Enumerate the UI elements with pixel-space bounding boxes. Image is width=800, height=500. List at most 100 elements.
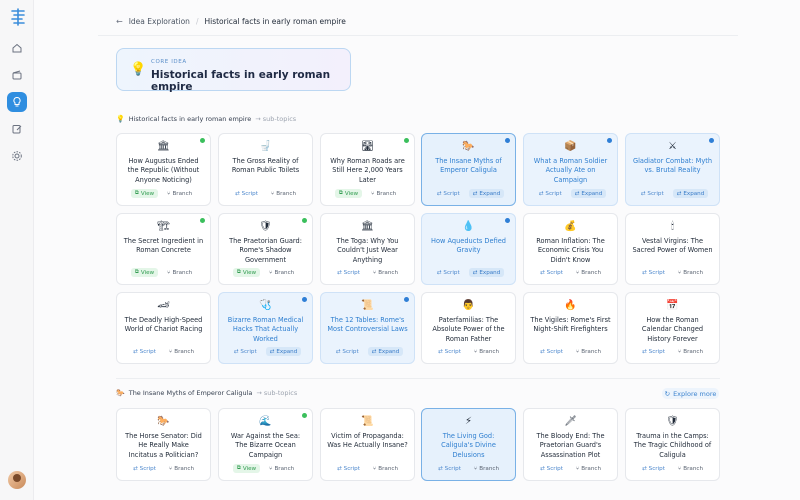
nav-ideas[interactable] [7,92,27,112]
topic-card[interactable]: 🐎 The Insane Myths of Emperor Caligula ⇄ Sc… [421,133,516,206]
branch-button[interactable]: ⑂ Branch [572,347,605,356]
topic-card[interactable]: 📜 Victim of Propaganda: Was He Actually I… [320,408,415,481]
branch-button[interactable]: ⑂ Branch [165,464,198,473]
topic-icon: 💧 [462,221,475,232]
back-arrow-icon[interactable]: ← [116,17,123,26]
topic-card[interactable]: 📅 How the Roman Calendar Changed History … [625,292,720,364]
script-button[interactable]: ⇄ Script [433,268,464,277]
script-button[interactable]: ⇄ Script [536,268,567,277]
view-button[interactable]: ⧉ View [232,268,261,277]
branch-button[interactable]: ⑂ Branch [367,189,400,198]
topic-card[interactable]: 🛡 Trauma in the Camps: The Tragic Childho… [625,408,720,481]
script-label: Script [546,465,563,472]
topic-card[interactable]: 💰 Roman Inflation: The Economic Crisis Yo… [523,213,618,285]
view-button[interactable]: ⧉ View [232,464,261,473]
topic-card[interactable]: 💧 How Aqueducts Defied Gravity ⇄ Script ⇄ Exp… [421,213,516,285]
topic-card[interactable]: 🛣 Why Roman Roads are Still Here 2,000 Ye… [320,133,415,206]
view-button[interactable]: ⧉ View [130,268,159,277]
topic-card[interactable]: 🏗 The Secret Ingredient in Roman Concrete… [116,213,211,285]
script-button[interactable]: ⇄ Script [333,464,364,473]
topic-card[interactable]: 🗡 The Bloody End: The Praetorian Guard's … [523,408,618,481]
view-button[interactable]: ⧉ View [334,189,363,198]
topic-title: The Bloody End: The Praetorian Guard's A… [536,432,605,459]
branch-button[interactable]: ⑂ Branch [674,464,707,473]
topic-card[interactable]: 👨 Paterfamilias: The Absolute Power of th… [421,292,516,364]
expand-icon: ⇄ [574,190,580,197]
script-button[interactable]: ⇄ Script [434,464,465,473]
branch-button[interactable]: ⑂ Branch [163,189,196,198]
gear-icon [12,151,22,161]
script-button[interactable]: ⇄ Script [638,268,669,277]
branch-button[interactable]: ⑂ Branch [572,464,605,473]
topic-card[interactable]: 🔥 The Vigiles: Rome's First Night-Shift F… [523,292,618,364]
script-button[interactable]: ⇄ Script [434,347,465,356]
topic-card[interactable]: 🕯 Vestal Virgins: The Sacred Power of Wom… [625,213,720,285]
topic-icon: 🗡 [564,416,577,427]
section-suffix: → sub-topics [255,115,297,123]
topic-icon: 🐎 [462,141,475,152]
script-icon: ⇄ [233,348,239,355]
script-button[interactable]: ⇄ Script [333,268,364,277]
script-button[interactable]: ⇄ Script [332,347,363,356]
nav-settings[interactable] [7,146,27,166]
nav-edit[interactable] [7,119,27,139]
topic-card[interactable]: 🐎 The Horse Senator: Did He Really Make I… [116,408,211,481]
expand-button[interactable]: ⇄ Expand [265,347,302,356]
branch-button[interactable]: ⑂ Branch [369,464,402,473]
expand-button[interactable]: ⇄ Expand [570,189,607,198]
view-label: View [344,190,359,197]
branch-button[interactable]: ⑂ Branch [674,347,707,356]
script-button[interactable]: ⇄ Script [638,464,669,473]
expand-button[interactable]: ⇄ Expand [672,189,709,198]
view-button[interactable]: ⧉ View [130,189,159,198]
user-avatar[interactable] [8,471,26,489]
topic-card[interactable]: 🚽 The Gross Reality of Roman Public Toile… [218,133,313,206]
topic-card[interactable]: 🏛 How Augustus Ended the Republic (Withou… [116,133,211,206]
branch-button[interactable]: ⑂ Branch [470,464,503,473]
script-button[interactable]: ⇄ Script [637,189,668,198]
branch-button[interactable]: ⑂ Branch [674,268,707,277]
script-button[interactable]: ⇄ Script [638,347,669,356]
expand-button[interactable]: ⇄ Expand [367,347,404,356]
view-label: View [140,190,155,197]
topic-card[interactable]: 🏎 The Deadly High-Speed World of Chariot … [116,292,211,364]
topic-card[interactable]: 🩺 Bizarre Roman Medical Hacks That Actual… [218,292,313,364]
branch-button[interactable]: ⑂ Branch [265,268,298,277]
card-actions: ⇄ Script ⇄ Expand [219,347,312,356]
script-button[interactable]: ⇄ Script [231,189,262,198]
branch-button[interactable]: ⑂ Branch [267,189,300,198]
horse-icon: 🐎 [116,389,125,397]
topic-card[interactable]: 📜 The 12 Tables: Rome's Most Controversia… [320,292,415,364]
nav-home[interactable] [7,38,27,58]
branch-button[interactable]: ⑂ Branch [470,347,503,356]
topic-card[interactable]: 🌊 War Against the Sea: The Bizarre Ocean … [218,408,313,481]
branch-button[interactable]: ⑂ Branch [572,268,605,277]
script-button[interactable]: ⇄ Script [129,464,160,473]
script-button[interactable]: ⇄ Script [433,189,464,198]
topic-card[interactable]: ⚡ The Living God: Caligula's Divine Delus… [421,408,516,481]
script-button[interactable]: ⇄ Script [535,189,566,198]
card-actions: ⇄ Script ⑂ Branch [524,464,617,473]
core-idea-card[interactable]: 💡 CORE IDEA Historical facts in early ro… [116,48,351,93]
script-icon: ⇄ [132,348,138,355]
expand-button[interactable]: ⇄ Expand [468,189,505,198]
branch-button[interactable]: ⑂ Branch [369,268,402,277]
script-button[interactable]: ⇄ Script [129,347,160,356]
topic-card[interactable]: 📦 What a Roman Soldier Actually Ate on Ca… [523,133,618,206]
script-button[interactable]: ⇄ Script [536,464,567,473]
expand-label: Expand [378,348,400,355]
card-actions: ⇄ Script ⑂ Branch [321,464,414,473]
topic-card[interactable]: 🏛 The Toga: Why You Couldn't Just Wear An… [320,213,415,285]
explore-more-button[interactable]: ↻ Explore more [662,388,719,399]
nav-media[interactable] [7,65,27,85]
topic-card[interactable]: 🛡 The Praetorian Guard: Rome's Shadow Gov… [218,213,313,285]
expand-button[interactable]: ⇄ Expand [468,268,505,277]
breadcrumb-parent[interactable]: Idea Exploration [129,17,190,26]
branch-button[interactable]: ⑂ Branch [165,347,198,356]
topic-card[interactable]: ⚔ Gladiator Combat: Myth vs. Brutal Reali… [625,133,720,206]
script-button[interactable]: ⇄ Script [230,347,261,356]
branch-button[interactable]: ⑂ Branch [265,464,298,473]
branch-button[interactable]: ⑂ Branch [163,268,196,277]
script-button[interactable]: ⇄ Script [536,347,567,356]
app-logo-icon[interactable] [9,8,27,26]
